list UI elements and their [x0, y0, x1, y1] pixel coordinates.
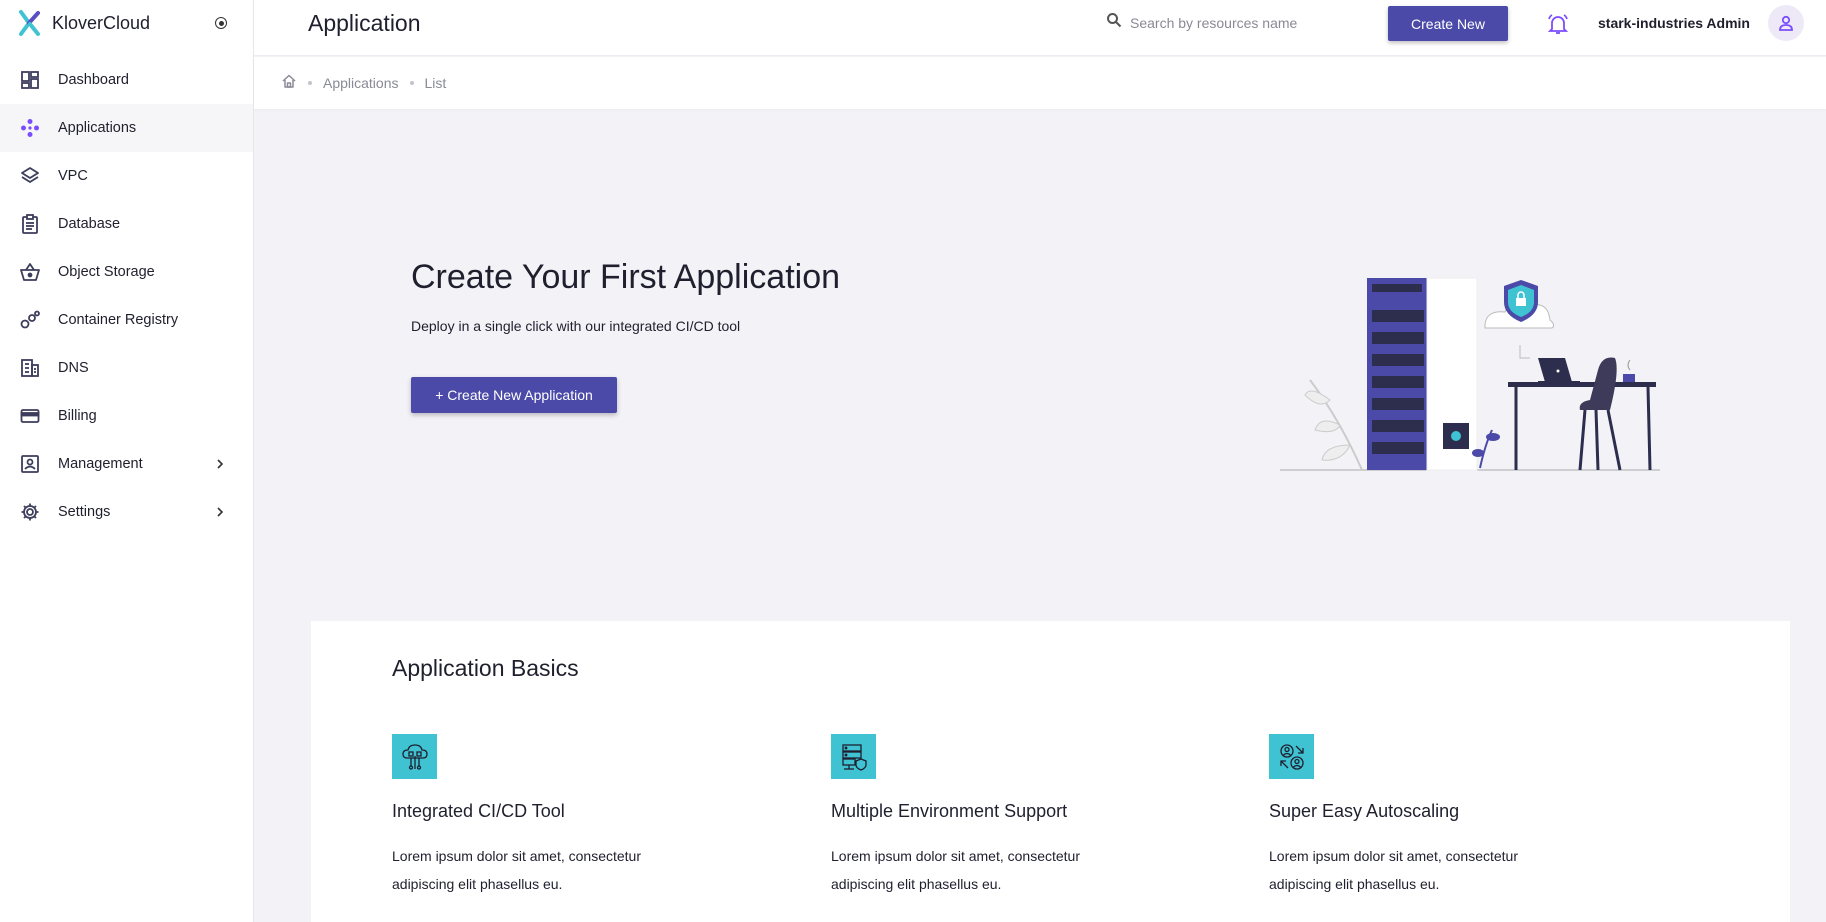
breadcrumb-separator: [308, 81, 312, 85]
layers-icon: [20, 166, 40, 186]
feature-multi-env: Multiple Environment Support Lorem ipsum…: [831, 734, 1211, 898]
sidebar-item-label: Applications: [58, 120, 137, 136]
feature-cicd: Integrated CI/CD Tool Lorem ipsum dolor …: [392, 734, 772, 898]
sidebar-item-label: Object Storage: [58, 264, 155, 280]
search-box[interactable]: [1106, 12, 1330, 33]
sidebar-item-billing[interactable]: Billing: [0, 392, 253, 440]
sidebar-toggle-icon[interactable]: [215, 17, 227, 29]
sidebar-item-vpc[interactable]: VPC: [0, 152, 253, 200]
management-icon: [20, 454, 40, 474]
search-icon: [1106, 12, 1122, 33]
brand[interactable]: KloverCloud: [0, 0, 253, 46]
hero-subtitle: Deploy in a single click with our integr…: [411, 318, 741, 334]
sidebar-item-settings[interactable]: Settings: [0, 488, 253, 536]
notification-bell-icon[interactable]: [1546, 12, 1570, 41]
building-icon: [20, 358, 40, 378]
dashboard-icon: [20, 70, 40, 90]
breadcrumb-applications[interactable]: Applications: [323, 75, 399, 91]
sidebar-item-label: Management: [58, 456, 143, 472]
breadcrumb-separator: [409, 81, 414, 85]
sidebar-item-label: DNS: [58, 360, 89, 376]
hero-title: Create Your First Application: [411, 258, 841, 296]
user-icon: [1779, 15, 1793, 31]
server-workspace-illustration: [1280, 277, 1660, 471]
sidebar-item-applications[interactable]: Applications: [0, 104, 253, 152]
application-basics-card: Application Basics Integrated CI/CD Tool…: [311, 621, 1790, 922]
sidebar-item-label: Settings: [58, 504, 111, 520]
server-shield-icon: [831, 734, 876, 779]
database-icon: [20, 214, 40, 234]
breadcrumb: Applications List: [254, 57, 1826, 109]
sidebar-item-label: Container Registry: [58, 312, 179, 328]
feature-title: Multiple Environment Support: [831, 801, 1068, 821]
avatar[interactable]: [1768, 5, 1804, 41]
sidebar-item-object-storage[interactable]: Object Storage: [0, 248, 253, 296]
chevron-right-icon: [215, 505, 225, 523]
sidebar-item-label: VPC: [58, 168, 88, 184]
cloud-cicd-icon: [392, 734, 437, 779]
feature-title: Super Easy Autoscaling: [1269, 801, 1460, 821]
sidebar-item-management[interactable]: Management: [0, 440, 253, 488]
card-title: Application Basics: [392, 655, 579, 681]
sidebar-item-container-registry[interactable]: Container Registry: [0, 296, 253, 344]
sidebar-item-label: Database: [58, 216, 121, 232]
registry-icon: [20, 310, 40, 330]
sidebar-nav: Dashboard Applications VPC Database Obje…: [0, 56, 253, 536]
klovercloud-logo: [19, 10, 40, 36]
user-name[interactable]: stark-industries Admin: [1598, 15, 1750, 31]
sidebar-item-dashboard[interactable]: Dashboard: [0, 56, 253, 104]
top-header: Application Create New stark-industries …: [254, 0, 1826, 56]
brand-name: KloverCloud: [52, 12, 151, 33]
users-scaling-icon: [1269, 734, 1314, 779]
credit-card-icon: [20, 406, 40, 426]
feature-title: Integrated CI/CD Tool: [392, 801, 565, 821]
search-input[interactable]: [1130, 14, 1330, 31]
sidebar-item-label: Billing: [58, 408, 97, 424]
breadcrumb-list: List: [424, 75, 447, 91]
home-icon[interactable]: [281, 73, 297, 94]
page-title: Application: [308, 10, 421, 36]
sidebar-item-label: Dashboard: [58, 72, 129, 88]
feature-text: Lorem ipsum dolor sit amet, consectetur …: [392, 848, 641, 892]
sidebar: KloverCloud Dashboard Applications VPC D…: [0, 0, 254, 922]
gear-icon: [20, 502, 40, 522]
basket-icon: [20, 262, 40, 282]
applications-icon: [20, 118, 40, 138]
sidebar-item-database[interactable]: Database: [0, 200, 253, 248]
feature-text: Lorem ipsum dolor sit amet, consectetur …: [831, 848, 1080, 892]
feature-text: Lorem ipsum dolor sit amet, consectetur …: [1269, 848, 1518, 892]
feature-autoscaling: Super Easy Autoscaling Lorem ipsum dolor…: [1269, 734, 1649, 898]
create-new-button[interactable]: Create New: [1388, 6, 1508, 41]
create-new-application-button[interactable]: + Create New Application: [411, 377, 617, 413]
sidebar-item-dns[interactable]: DNS: [0, 344, 253, 392]
chevron-right-icon: [215, 457, 225, 475]
